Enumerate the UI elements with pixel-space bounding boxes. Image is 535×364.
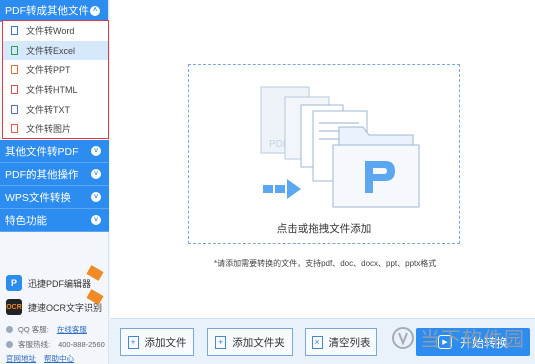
sidebar-item-to-excel[interactable]: 文件转Excel [3, 40, 108, 61]
category-other-to-pdf[interactable]: 其他文件转PDF ˅ [0, 140, 109, 163]
chevron-down-icon: ˅ [91, 215, 101, 225]
clear-list-button[interactable]: × 清空列表 [305, 328, 377, 356]
add-folder-icon: + [215, 335, 227, 349]
category-features[interactable]: 特色功能 ˅ [0, 209, 109, 232]
phone-label: 客服热线: [18, 340, 51, 349]
ppt-file-icon [11, 65, 18, 75]
pdf-editor-icon: P [6, 275, 22, 291]
category-list: 其他文件转PDF ˅ PDF的其他操作 ˅ WPS文件转换 ˅ 特色功能 ˅ [0, 140, 109, 232]
format-hint: *请添加需要转换的文件，支持pdf、doc、docx、ppt、pptx格式 [214, 259, 437, 268]
promo-label: 迅捷PDF编辑器 [28, 278, 92, 289]
promo-ocr[interactable]: OCR 捷速OCR文字识别 [6, 289, 104, 316]
trash-icon: × [311, 335, 323, 349]
clear-list-label: 清空列表 [328, 336, 371, 349]
chevron-down-icon: ˅ [91, 169, 101, 179]
add-folder-label: 添加文件夹 [232, 336, 285, 349]
promo-pdf-editor[interactable]: P 迅捷PDF编辑器 [6, 265, 104, 292]
qq-support: QQ 客服: 在线客服 [6, 324, 87, 335]
category-label: PDF的其他操作 [5, 168, 79, 181]
category-label: 特色功能 [5, 214, 47, 227]
sidebar-item-to-txt[interactable]: 文件转TXT [3, 99, 108, 119]
sidebar-item-label: 文件转TXT [26, 104, 70, 115]
chevron-down-icon: ˅ [91, 146, 101, 156]
homepage-link[interactable]: 官网地址 [6, 353, 36, 364]
qq-link[interactable]: 在线客服 [57, 324, 87, 335]
add-folder-button[interactable]: + 添加文件夹 [207, 328, 293, 356]
watermark: 当下软件园 [392, 323, 525, 352]
phone-icon [6, 341, 13, 348]
drop-caption: 点击或拖拽文件添加 [276, 223, 372, 235]
add-file-button[interactable]: + 添加文件 [120, 328, 194, 356]
category-label: 其他文件转PDF [5, 145, 79, 158]
add-file-label: 添加文件 [144, 336, 187, 349]
html-file-icon [11, 85, 18, 95]
word-file-icon [11, 26, 18, 36]
sidebar-item-label: 文件转PPT [26, 65, 71, 76]
sidebar-item-to-html[interactable]: 文件转HTML [3, 80, 108, 100]
chevron-up-icon: ˄ [90, 5, 100, 16]
qq-icon [6, 326, 13, 333]
ocr-icon: OCR [6, 299, 22, 315]
phone-number: 400-888-2560 [58, 340, 105, 349]
footer-links: 官网地址 帮助中心 [6, 353, 82, 364]
category-pdf-to-other[interactable]: PDF转成其他文件 ˄ [0, 0, 108, 22]
excel-file-icon [11, 45, 18, 55]
sidebar-item-to-ppt[interactable]: 文件转PPT [3, 60, 108, 80]
main-panel: PDF 点击或拖拽文件添加 *请添加需要转换的文件，支持pdf、doc、docx… [110, 0, 535, 364]
qq-label: QQ 客服: [18, 325, 49, 334]
category-wps-convert[interactable]: WPS文件转换 ˅ [0, 186, 109, 209]
chevron-down-icon: ˅ [91, 192, 101, 202]
sidebar-item-label: 文件转Excel [26, 45, 76, 56]
sidebar-item-to-image[interactable]: 文件转图片 [3, 119, 108, 139]
category-pdf-other-ops[interactable]: PDF的其他操作 ˅ [0, 163, 109, 186]
add-files-illustration-icon: PDF [260, 86, 420, 208]
watermark-text: 当下软件园 [420, 327, 525, 351]
sidebar-item-label: 文件转Word [26, 26, 75, 37]
add-file-icon: + [127, 335, 139, 349]
sidebar-item-label: 文件转图片 [26, 124, 72, 135]
sidebar: PDF转成其他文件 ˄ 文件转Word 文件转Excel 文件转PPT 文件转H… [0, 0, 109, 364]
promo-label: 捷速OCR文字识别 [28, 302, 102, 313]
watermark-logo-icon [392, 326, 414, 349]
category-label: WPS文件转换 [5, 191, 71, 204]
conversion-submenu: 文件转Word 文件转Excel 文件转PPT 文件转HTML 文件转TXT 文… [2, 20, 109, 139]
help-center-link[interactable]: 帮助中心 [44, 353, 74, 364]
sidebar-item-to-word[interactable]: 文件转Word [3, 21, 108, 41]
sidebar-item-label: 文件转HTML [26, 85, 78, 96]
image-file-icon [11, 124, 18, 134]
txt-file-icon [11, 104, 18, 114]
category-label: PDF转成其他文件 [5, 5, 89, 17]
phone-support: 客服热线: 400-888-2560 [6, 339, 105, 350]
file-drop-zone[interactable]: PDF 点击或拖拽文件添加 [188, 64, 460, 244]
